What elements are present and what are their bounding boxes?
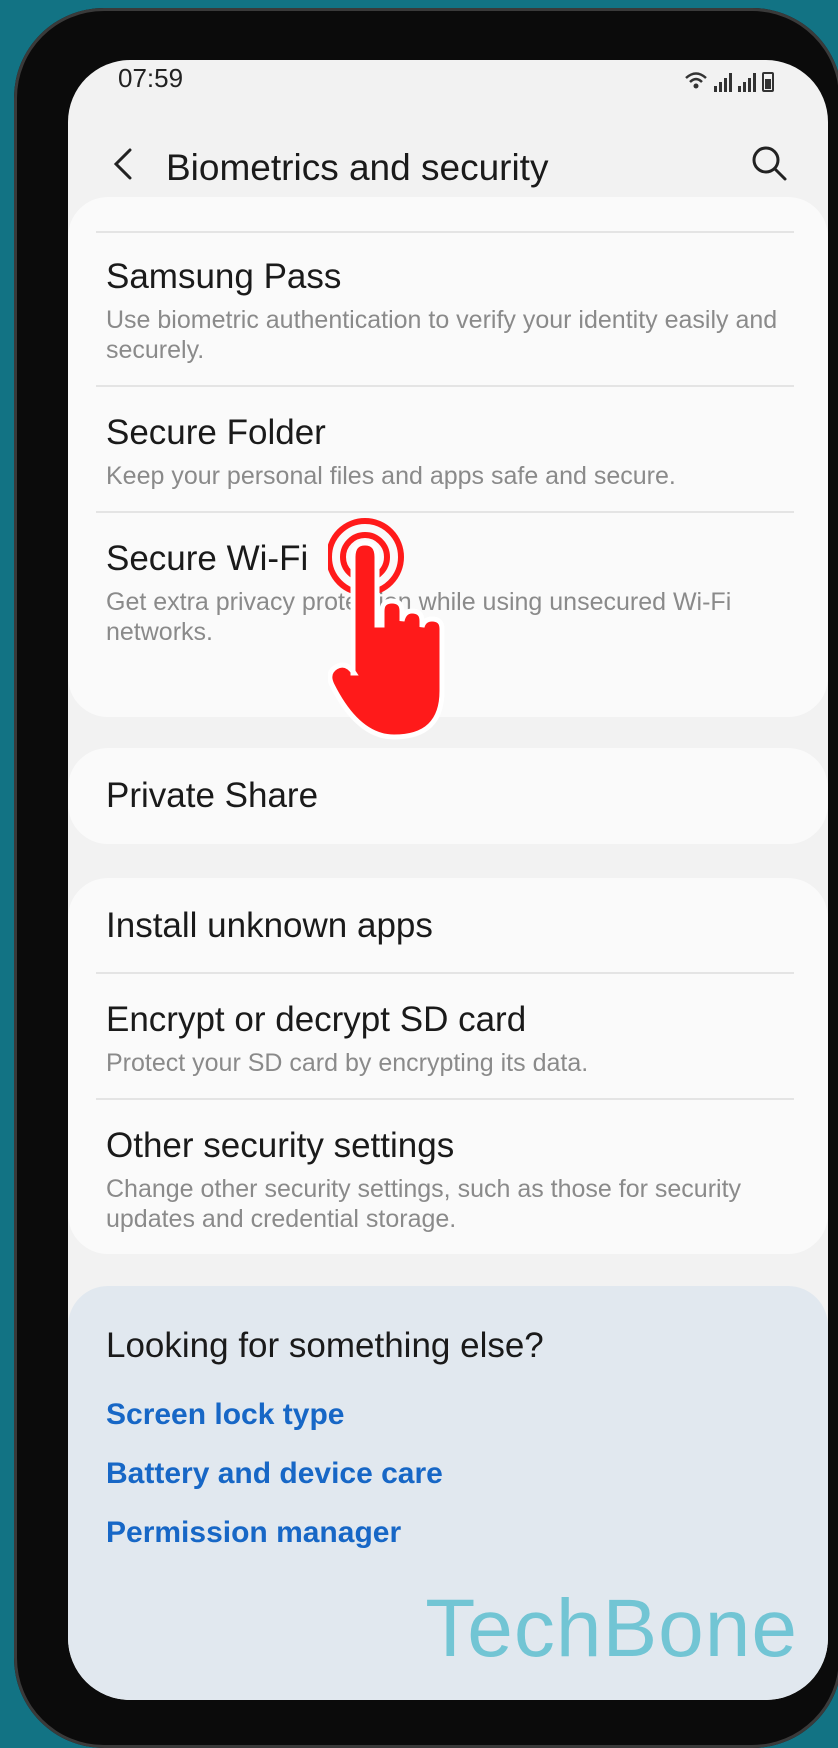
divider (96, 511, 794, 513)
install-unknown-apps-item[interactable]: Install unknown apps (106, 906, 794, 946)
item-title: Install unknown apps (106, 906, 433, 945)
item-description: Change other security settings, such as … (106, 1175, 742, 1233)
screen: 07:59 Biometrics and security Samsung Pa… (68, 60, 828, 1700)
signal-icon-2 (738, 72, 756, 92)
status-bar: 07:59 (68, 60, 828, 120)
battery-device-care-link[interactable]: Battery and device care (106, 1457, 443, 1491)
status-time: 07:59 (118, 63, 184, 93)
secure-folder-item[interactable]: Secure Folder Keep your personal files a… (106, 413, 794, 491)
divider (96, 972, 794, 974)
samsung-pass-item[interactable]: Samsung Pass Use biometric authenticatio… (106, 257, 794, 365)
signal-icon (714, 72, 732, 92)
tap-hand-icon (328, 518, 445, 740)
divider (96, 385, 794, 387)
screen-lock-type-link[interactable]: Screen lock type (106, 1398, 344, 1432)
item-description: Use biometric authentication to verify y… (106, 306, 778, 364)
permission-manager-link[interactable]: Permission manager (106, 1516, 401, 1550)
settings-card-3: Install unknown apps Encrypt or decrypt … (68, 878, 828, 1254)
other-security-settings-item[interactable]: Other security settings Change other sec… (106, 1126, 794, 1234)
search-icon[interactable] (748, 142, 790, 184)
private-share-item[interactable]: Private Share (106, 776, 794, 816)
suggestions-title: Looking for something else? (106, 1326, 544, 1365)
item-title: Private Share (106, 776, 319, 815)
battery-icon (762, 72, 774, 92)
chevron-left-icon[interactable] (104, 144, 144, 184)
settings-card-2: Private Share (68, 748, 828, 844)
item-description: Keep your personal files and apps safe a… (106, 462, 676, 490)
item-description: Protect your SD card by encrypting its d… (106, 1049, 589, 1077)
item-title: Secure Folder (106, 413, 326, 452)
wifi-icon (685, 72, 707, 89)
encrypt-sd-card-item[interactable]: Encrypt or decrypt SD card Protect your … (106, 1000, 794, 1078)
item-title: Samsung Pass (106, 257, 342, 296)
item-title: Other security settings (106, 1126, 455, 1165)
page-title: Biometrics and security (166, 147, 549, 188)
item-title: Encrypt or decrypt SD card (106, 1000, 527, 1039)
watermark: TechBone (425, 1583, 798, 1674)
divider (96, 231, 794, 233)
status-icons (684, 62, 774, 92)
divider (96, 1098, 794, 1100)
phone-frame: 07:59 Biometrics and security Samsung Pa… (14, 8, 838, 1748)
